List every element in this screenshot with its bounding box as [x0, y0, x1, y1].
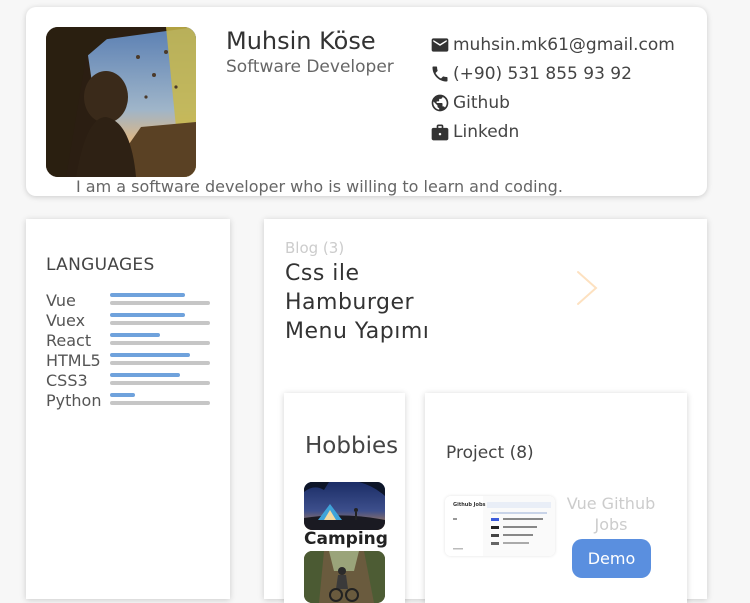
close-icon	[507, 275, 532, 300]
demo-button[interactable]: Demo	[572, 539, 651, 578]
blog-thumb-tile	[620, 316, 687, 373]
language-level-track	[110, 301, 210, 305]
language-name: React	[46, 331, 92, 350]
mail-icon	[430, 35, 450, 55]
language-row: Python	[46, 391, 216, 411]
blog-post-title[interactable]: Css ile Hamburger Menu Yapımı	[285, 259, 475, 346]
phone-icon	[430, 64, 450, 84]
language-name: Vue	[46, 291, 76, 310]
cycling-photo	[304, 551, 385, 603]
language-level-bar	[110, 393, 135, 397]
avatar-photo	[46, 27, 196, 177]
hobbies-title: Hobbies	[305, 433, 399, 459]
language-level-track	[110, 361, 210, 365]
language-row: CSS3	[46, 371, 216, 391]
contact-phone[interactable]: (+90) 531 855 93 92	[430, 62, 632, 86]
avatar	[46, 27, 196, 177]
language-name: CSS3	[46, 371, 88, 390]
language-row: Vuex	[46, 311, 216, 331]
hamburger-icon	[637, 333, 670, 356]
hamburger-icon	[637, 276, 670, 299]
camping-photo	[304, 482, 385, 530]
language-row: Vue	[46, 291, 216, 311]
project-count-title: Project (8)	[446, 443, 534, 463]
language-level-bar	[110, 333, 160, 337]
contact-linkedin[interactable]: Linkedn	[430, 120, 519, 144]
blog-post-thumbnail[interactable]	[486, 259, 687, 373]
hobbies-card: Hobbies Camping	[284, 393, 405, 603]
blog-count-label: Blog (3)	[285, 239, 345, 257]
contact-github-label: Github	[453, 93, 510, 113]
contact-github[interactable]: Github	[430, 91, 510, 115]
blog-thumb-tile	[486, 259, 553, 316]
languages-title: LANGUAGES	[46, 255, 155, 275]
language-name: Vuex	[46, 311, 86, 330]
contact-linkedin-label: Linkedn	[453, 122, 520, 142]
profile-name: Muhsin Köse	[226, 27, 376, 55]
blog-thumb-tile	[553, 259, 620, 316]
language-row: HTML5	[46, 351, 216, 371]
project-thumb-text: Github Jobs	[453, 502, 486, 508]
language-name: Python	[46, 391, 102, 410]
blog-thumb-tile	[620, 259, 687, 316]
hobby-label: Camping	[304, 529, 388, 549]
language-level-bar	[110, 293, 185, 297]
blog-thumb-tile	[486, 316, 553, 373]
project-card: Project (8) Github Jobs Vue Github Jobs …	[425, 393, 687, 603]
language-level-track	[110, 381, 210, 385]
language-level-track	[110, 321, 210, 325]
briefcase-icon	[430, 122, 450, 142]
blog-thumb-tile	[553, 316, 620, 373]
project-thumbnail[interactable]: Github Jobs	[445, 496, 555, 556]
contact-email-label: muhsin.mk61@gmail.com	[453, 35, 675, 55]
project-name[interactable]: Vue Github Jobs	[560, 493, 662, 535]
language-name: HTML5	[46, 351, 101, 370]
contact-phone-label: (+90) 531 855 93 92	[453, 64, 632, 84]
languages-card: LANGUAGES Vue Vuex React HTML5 CSS3 Python	[26, 219, 230, 599]
language-level-track	[110, 341, 210, 345]
profile-role: Software Developer	[226, 57, 394, 77]
globe-icon	[430, 93, 450, 113]
language-level-track	[110, 401, 210, 405]
hamburger-icon	[503, 333, 536, 356]
language-level-bar	[110, 313, 185, 317]
language-level-bar	[110, 373, 180, 377]
language-level-bar	[110, 353, 190, 357]
chevron-right-icon	[576, 270, 598, 305]
language-row: React	[46, 331, 216, 351]
contact-email[interactable]: muhsin.mk61@gmail.com	[430, 33, 675, 57]
profile-bio: I am a software developer who is willing…	[76, 177, 563, 196]
hamburger-icon	[570, 333, 603, 356]
profile-card: Muhsin Köse Software Developer muhsin.mk…	[26, 7, 707, 196]
